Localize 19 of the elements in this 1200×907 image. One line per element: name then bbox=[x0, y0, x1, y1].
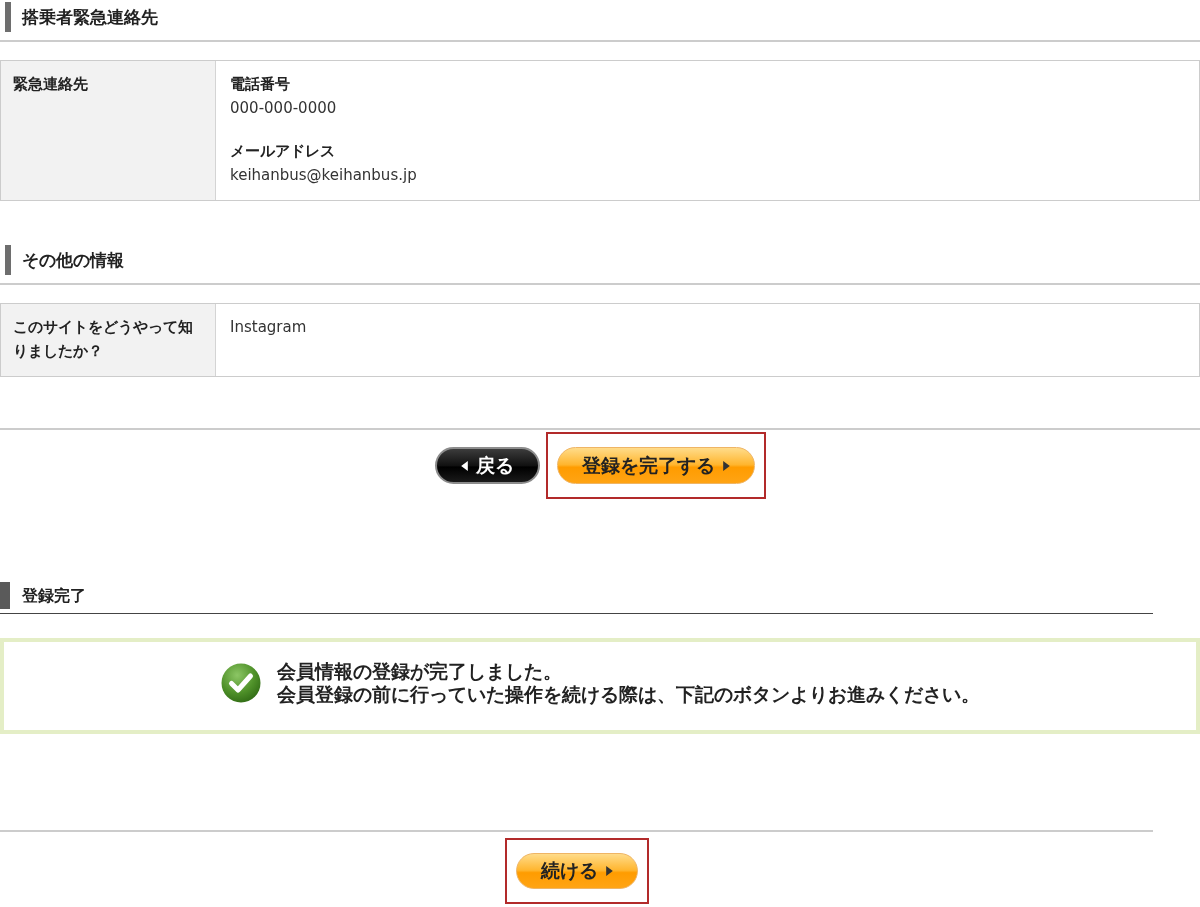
message-text: 会員情報の登録が完了しました。 bbox=[276, 660, 563, 683]
back-button[interactable]: 戻る bbox=[434, 447, 540, 484]
caret-right-icon bbox=[722, 460, 730, 471]
field-label: 電話番号 bbox=[230, 74, 291, 95]
caret-right-icon bbox=[605, 866, 613, 876]
section-heading: 搭乗者緊急連絡先 bbox=[5, 2, 1200, 32]
row-header-cell: このサイトをどうやって知りましたか？ bbox=[1, 304, 216, 376]
table-cell-text: Instagram bbox=[229, 317, 308, 338]
field-value: keihanbus@keihanbus.jp bbox=[230, 165, 418, 186]
check-icon bbox=[220, 663, 261, 703]
field-label: メールアドレス bbox=[230, 141, 336, 162]
field-value: 000-000-0000 bbox=[230, 98, 338, 119]
section-heading: その他の情報 bbox=[5, 245, 1200, 275]
message-text: 会員登録の前に行っていた操作を続ける際は、下記のボタンよりお進みください。 bbox=[276, 683, 980, 706]
section-heading: 登録完了 bbox=[0, 582, 1153, 609]
next-button[interactable]: 続ける bbox=[515, 853, 638, 889]
next-button[interactable]: 登録を完了する bbox=[556, 447, 755, 484]
row-header-cell: 緊急連絡先 bbox=[1, 61, 216, 200]
caret-left-icon bbox=[460, 460, 468, 471]
